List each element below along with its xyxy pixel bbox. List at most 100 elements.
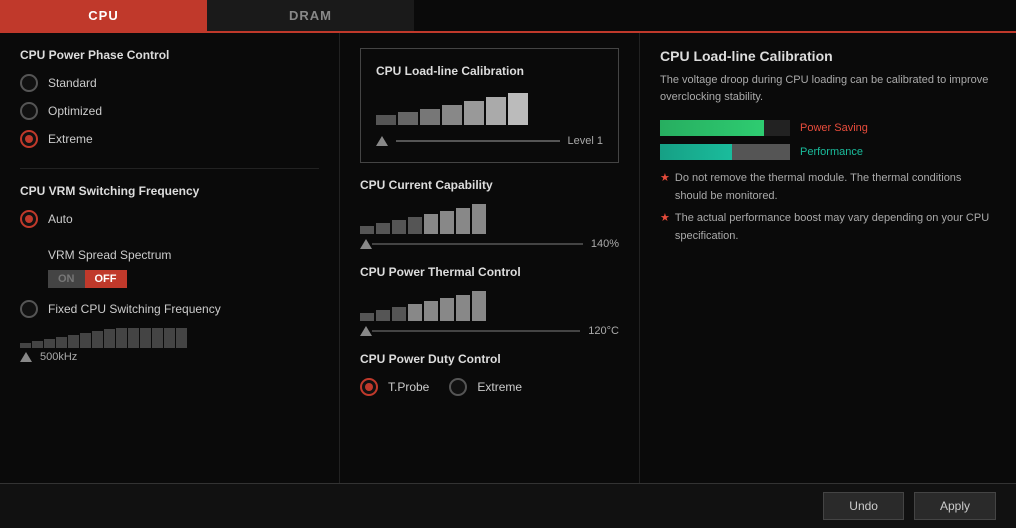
bar-power-saving-container [660, 120, 790, 136]
thermal-thumb[interactable] [360, 326, 372, 336]
bar-performance-fill [660, 144, 732, 160]
tc-3 [392, 307, 406, 321]
phase-standard-label: Standard [48, 76, 97, 90]
bar-performance: Performance [660, 144, 996, 160]
phase-control-title: CPU Power Phase Control [20, 48, 319, 62]
freq-bar-12 [152, 328, 163, 348]
tab-cpu[interactable]: CPU [0, 0, 207, 31]
cc-6 [440, 211, 454, 234]
freq-bar-13 [164, 328, 175, 348]
tc-1 [360, 313, 374, 321]
freq-slider-row [20, 328, 319, 348]
current-cap-section: CPU Current Capability 140% [360, 178, 619, 250]
phase-extreme-label: Extreme [48, 132, 93, 146]
tc-7 [456, 295, 470, 321]
freq-bar-14 [176, 328, 187, 348]
freq-bar-3 [44, 339, 55, 348]
freq-staircase [20, 328, 187, 348]
bar-performance-empty [732, 144, 791, 160]
spread-spectrum-label: VRM Spread Spectrum [48, 248, 171, 262]
freq-bar-9 [116, 328, 127, 348]
thermal-title: CPU Power Thermal Control [360, 265, 619, 279]
cs-6 [486, 97, 506, 125]
vrm-title: CPU VRM Switching Frequency [20, 184, 319, 198]
cs-2 [398, 112, 418, 125]
phase-optimized[interactable]: Optimized [20, 102, 319, 120]
cc-7 [456, 208, 470, 234]
calib-slider-row: Level 1 [376, 135, 603, 147]
tc-8 [472, 291, 486, 321]
calibration-level: Level 1 [568, 135, 603, 147]
fixed-freq-option[interactable]: Fixed CPU Switching Frequency [20, 300, 319, 318]
current-cap-value: 140% [591, 238, 619, 250]
duty-title: CPU Power Duty Control [360, 352, 619, 366]
phase-extreme[interactable]: Extreme [20, 130, 319, 148]
current-cap-track[interactable] [372, 243, 583, 245]
right-description: The voltage droop during CPU loading can… [660, 72, 996, 105]
freq-bar-10 [128, 328, 139, 348]
bar-power-saving-fill [660, 120, 764, 136]
phase-standard-radio[interactable] [20, 74, 38, 92]
cc-5 [424, 214, 438, 234]
duty-extreme-label: Extreme [477, 380, 522, 394]
freq-bar-8 [104, 329, 115, 348]
duty-tprobe[interactable]: T.Probe [360, 378, 429, 396]
bar-performance-container [660, 144, 790, 160]
calibration-title: CPU Load-line Calibration [376, 64, 603, 78]
toggle-off-button[interactable]: OFF [85, 270, 127, 288]
duty-extreme[interactable]: Extreme [449, 378, 522, 396]
fixed-freq-radio[interactable] [20, 300, 38, 318]
note-2: ★ The actual performance boost may vary … [660, 210, 996, 245]
tc-6 [440, 298, 454, 321]
right-panel: CPU Load-line Calibration The voltage dr… [640, 33, 1016, 483]
note-1-text: Do not remove the thermal module. The th… [675, 170, 996, 205]
phase-radio-group: Standard Optimized Extreme [20, 74, 319, 148]
apply-button[interactable]: Apply [914, 492, 996, 520]
center-panel: CPU Load-line Calibration Level 1 CPU Cu… [340, 33, 640, 483]
vrm-section: CPU VRM Switching Frequency Auto VRM Spr… [20, 184, 319, 363]
cs-7 [508, 93, 528, 125]
freq-slider-thumb[interactable] [20, 352, 32, 362]
calib-slider-track[interactable] [396, 140, 560, 142]
freq-bar-5 [68, 335, 79, 348]
note-1: ★ Do not remove the thermal module. The … [660, 170, 996, 205]
toggle-on-button[interactable]: ON [48, 270, 85, 288]
phase-standard[interactable]: Standard [20, 74, 319, 92]
cs-3 [420, 109, 440, 125]
freq-bar-7 [92, 331, 103, 348]
duty-section: CPU Power Duty Control T.Probe Extreme [360, 352, 619, 396]
vrm-auto-radio[interactable] [20, 210, 38, 228]
undo-button[interactable]: Undo [823, 492, 904, 520]
star-1: ★ [660, 170, 670, 205]
calibration-box: CPU Load-line Calibration Level 1 [360, 48, 619, 163]
freq-bar-6 [80, 333, 91, 348]
cs-5 [464, 101, 484, 125]
cs-4 [442, 105, 462, 125]
notes-section: ★ Do not remove the thermal module. The … [660, 170, 996, 245]
vrm-auto-label: Auto [48, 212, 73, 226]
cc-4 [408, 217, 422, 234]
duty-tprobe-label: T.Probe [388, 380, 429, 394]
tab-dram[interactable]: DRAM [207, 0, 414, 31]
bar-performance-label: Performance [800, 146, 863, 158]
duty-tprobe-radio[interactable] [360, 378, 378, 396]
current-cap-thumb[interactable] [360, 239, 372, 249]
cc-1 [360, 226, 374, 234]
freq-bar-1 [20, 343, 31, 348]
tab-bar: CPU DRAM [0, 0, 1016, 33]
vrm-radio-group: Auto [20, 210, 319, 228]
thermal-track[interactable] [372, 330, 580, 332]
vrm-auto[interactable]: Auto [20, 210, 319, 228]
spread-spectrum-toggle: ON OFF [48, 270, 319, 288]
cc-3 [392, 220, 406, 234]
calib-slider-thumb[interactable] [376, 136, 388, 146]
thermal-value: 120°C [588, 325, 619, 337]
star-2: ★ [660, 210, 670, 245]
freq-bar-11 [140, 328, 151, 348]
phase-extreme-radio[interactable] [20, 130, 38, 148]
thermal-staircase [360, 291, 619, 321]
duty-extreme-radio[interactable] [449, 378, 467, 396]
main-content: CPU Power Phase Control Standard Optimiz… [0, 33, 1016, 483]
phase-optimized-radio[interactable] [20, 102, 38, 120]
right-title: CPU Load-line Calibration [660, 48, 996, 64]
